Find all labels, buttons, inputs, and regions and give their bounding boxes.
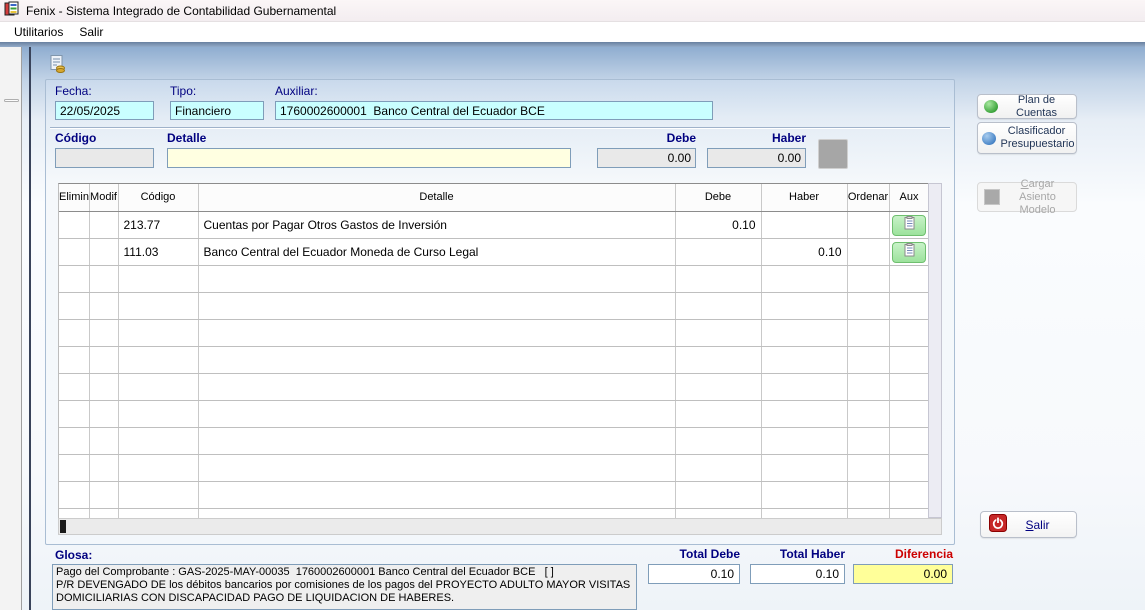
total-debe-label: Total Debe (648, 547, 740, 561)
plan-de-cuentas-label: Plan de Cuentas (1003, 94, 1070, 120)
ordenar-cell[interactable] (847, 238, 889, 265)
detalle-cell: Banco Central del Ecuador Moneda de Curs… (198, 238, 675, 265)
elimin-cell[interactable] (59, 211, 89, 238)
aux-cell (889, 211, 928, 238)
auxiliar-label: Auxiliar: (275, 84, 318, 98)
grid-empty-row (59, 319, 928, 346)
app-window: Fenix - Sistema Integrado de Contabilida… (0, 0, 1145, 610)
modif-cell[interactable] (89, 211, 118, 238)
total-haber-label: Total Haber (748, 547, 845, 561)
codigo-cell: 111.03 (118, 238, 198, 265)
glosa-label: Glosa: (55, 548, 92, 562)
grid-vertical-scrollbar[interactable] (928, 183, 942, 518)
debe-input[interactable] (597, 148, 696, 168)
window-title: Fenix - Sistema Integrado de Contabilida… (26, 4, 336, 18)
debe-cell: 0.10 (675, 211, 761, 238)
col-header-haber: Haber (761, 184, 847, 211)
grid-empty-row (59, 508, 928, 518)
green-sphere-icon (984, 100, 998, 113)
gray-square-icon (984, 189, 1000, 205)
grid-empty-row (59, 265, 928, 292)
app-icon (4, 1, 20, 20)
col-header-detalle: Detalle (198, 184, 675, 211)
power-icon (989, 514, 1007, 535)
blue-sphere-icon (982, 132, 996, 145)
grid-empty-row (59, 454, 928, 481)
grid-empty-row (59, 481, 928, 508)
clasificador-presupuestario-button[interactable]: Clasificador Presupuestario (977, 122, 1077, 154)
detalle-label: Detalle (167, 131, 206, 145)
new-voucher-button[interactable] (45, 53, 69, 77)
col-header-debe: Debe (675, 184, 761, 211)
window-titlebar: Fenix - Sistema Integrado de Contabilida… (0, 0, 1145, 22)
scrollbar-thumb[interactable] (60, 520, 66, 533)
form-separator (50, 127, 950, 129)
grid-empty-row (59, 373, 928, 400)
salir-button[interactable]: Salir (980, 511, 1077, 538)
col-header-modif: Modif (89, 184, 118, 211)
menu-item-salir[interactable]: Salir (71, 23, 111, 41)
diferencia-label: Diferencia (853, 547, 953, 561)
grid-horizontal-scrollbar[interactable] (58, 518, 942, 535)
total-debe-field (648, 564, 740, 584)
grid-row-2: 111.03 Banco Central del Ecuador Moneda … (59, 238, 928, 265)
fecha-input[interactable] (55, 101, 154, 120)
col-header-aux: Aux (889, 184, 928, 211)
detalle-cell: Cuentas por Pagar Otros Gastos de Invers… (198, 211, 675, 238)
tipo-input[interactable] (170, 101, 264, 120)
debe-cell (675, 238, 761, 265)
grid-empty-row (59, 427, 928, 454)
cargar-asiento-modelo-button[interactable]: Cargar Asiento Modelo (977, 182, 1077, 212)
cargar-asiento-label: Cargar Asiento Modelo (1005, 178, 1070, 217)
col-header-elimin: Elimin (59, 184, 89, 211)
haber-cell (761, 211, 847, 238)
clasificador-label: Clasificador Presupuestario (1001, 125, 1073, 151)
haber-cell: 0.10 (761, 238, 847, 265)
haber-label: Haber (707, 131, 806, 145)
left-splitter-panel (0, 47, 22, 610)
plan-de-cuentas-button[interactable]: Plan de Cuentas (977, 94, 1077, 119)
debe-label: Debe (597, 131, 696, 145)
fecha-label: Fecha: (55, 84, 92, 98)
grid-empty-row (59, 292, 928, 319)
auxiliar-input[interactable] (275, 101, 713, 120)
blank-action-button[interactable] (818, 139, 848, 169)
panel-divider (29, 47, 31, 610)
document-coins-icon (47, 54, 67, 77)
codigo-label: Código (55, 131, 96, 145)
glosa-textarea[interactable]: Pago del Comprobante : GAS-2025-MAY-0003… (52, 564, 637, 610)
entries-grid: Elimin Modif Código Detalle Debe Haber O… (58, 183, 928, 518)
splitter-grip[interactable] (4, 99, 19, 102)
salir-label: Salir (1007, 518, 1068, 532)
codigo-input[interactable] (55, 148, 154, 168)
tipo-label: Tipo: (170, 84, 196, 98)
detalle-input[interactable] (167, 148, 571, 168)
notepad-icon (904, 246, 915, 260)
notepad-icon (904, 219, 915, 233)
grid-header-row: Elimin Modif Código Detalle Debe Haber O… (59, 184, 928, 211)
aux-button[interactable] (892, 215, 926, 236)
grid-row-1: 213.77 Cuentas por Pagar Otros Gastos de… (59, 211, 928, 238)
elimin-cell[interactable] (59, 238, 89, 265)
modif-cell[interactable] (89, 238, 118, 265)
codigo-cell: 213.77 (118, 211, 198, 238)
col-header-codigo: Código (118, 184, 198, 211)
aux-cell (889, 238, 928, 265)
diferencia-field (853, 564, 953, 584)
total-haber-field (750, 564, 845, 584)
col-header-ordenar: Ordenar (847, 184, 889, 211)
grid-empty-rows (59, 265, 928, 518)
haber-input[interactable] (707, 148, 806, 168)
menubar: Utilitarios Salir (0, 22, 1145, 42)
grid-empty-row (59, 346, 928, 373)
ordenar-cell[interactable] (847, 211, 889, 238)
aux-button[interactable] (892, 242, 926, 263)
grid-empty-row (59, 400, 928, 427)
menu-item-utilitarios[interactable]: Utilitarios (6, 23, 71, 41)
